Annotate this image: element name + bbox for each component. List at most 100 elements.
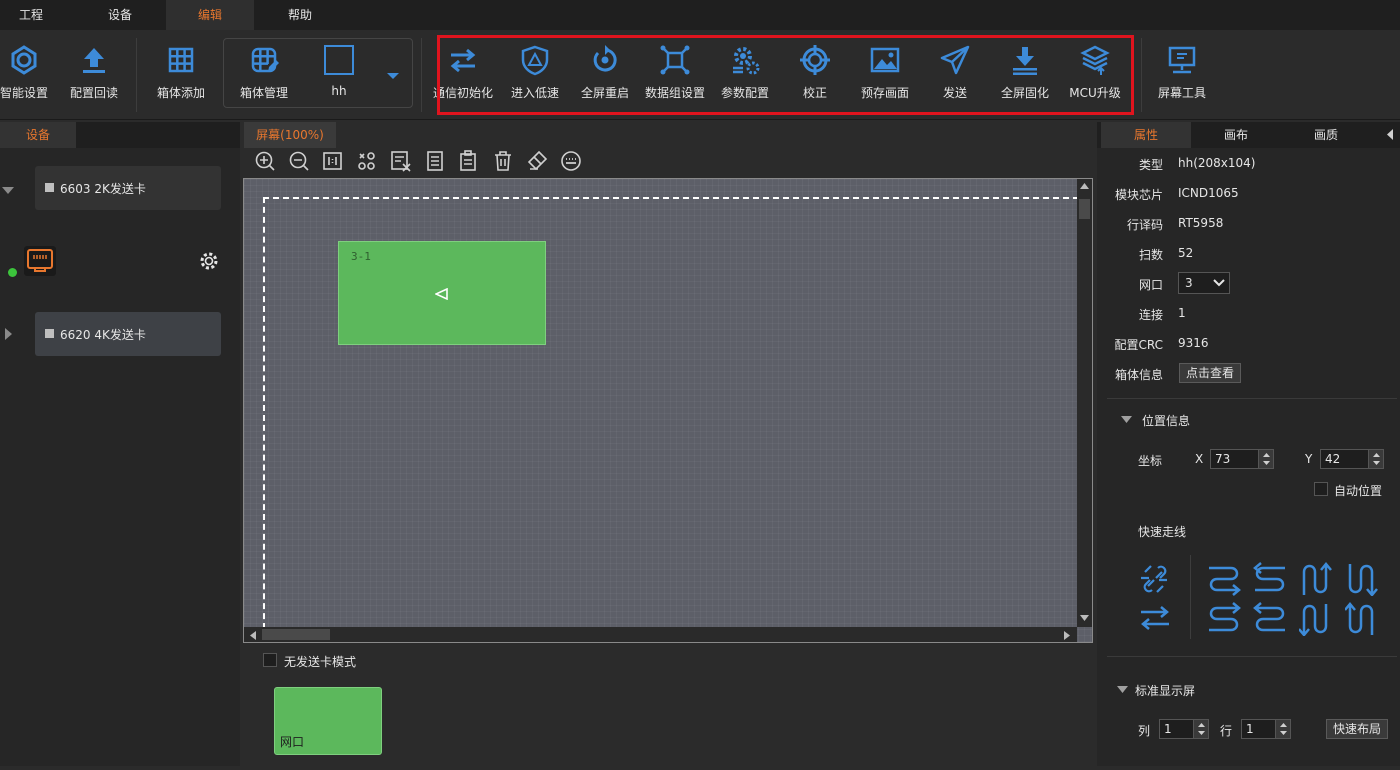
vertical-scrollbar[interactable]: [1077, 179, 1092, 627]
paste-icon[interactable]: [458, 150, 480, 172]
decoder-value: RT5958: [1178, 216, 1224, 230]
device-status-square: [45, 183, 54, 192]
device-card-6620[interactable]: 6620 4K发送卡: [35, 312, 221, 356]
row-value: 1: [1246, 722, 1254, 736]
tab-screen[interactable]: 屏幕(100%): [244, 122, 336, 148]
menu-help[interactable]: 帮助: [262, 0, 338, 30]
crc-label: 配置CRC: [1114, 338, 1164, 352]
box-add-label: 箱体添加: [156, 86, 205, 100]
route-s-right-icon[interactable]: [1207, 562, 1241, 596]
scroll-up-icon[interactable]: [1080, 183, 1089, 190]
route-s-left-icon[interactable]: [1253, 562, 1287, 596]
x-stepper[interactable]: [1258, 450, 1273, 468]
tab-device[interactable]: 设备: [0, 122, 76, 148]
clear-list-icon[interactable]: [390, 150, 412, 172]
scroll-down-icon[interactable]: [1080, 615, 1089, 622]
menu-bar: 工程 设备 编辑 帮助: [0, 0, 1400, 30]
menu-edit[interactable]: 编辑: [166, 0, 254, 30]
horizontal-scrollbar[interactable]: [244, 627, 1077, 642]
smart-setup-button[interactable]: 智能设置: [0, 44, 50, 108]
horizontal-scroll-thumb[interactable]: [262, 629, 330, 640]
row-stepper[interactable]: [1275, 720, 1290, 738]
box-add-button[interactable]: 箱体添加: [152, 44, 210, 108]
auto-position-checkbox[interactable]: [1314, 482, 1328, 496]
scroll-left-icon[interactable]: [250, 631, 257, 640]
tab-canvas[interactable]: 画布: [1191, 122, 1281, 148]
menu-device[interactable]: 设备: [80, 0, 160, 30]
expand-arrow-icon[interactable]: [2, 184, 14, 198]
menu-project[interactable]: 工程: [0, 0, 62, 30]
toolbar-separator: [421, 38, 422, 112]
boxinfo-label: 箱体信息: [1114, 368, 1163, 382]
row-label: 行: [1220, 724, 1233, 738]
col-stepper[interactable]: [1193, 720, 1208, 738]
tab-quality[interactable]: 画质: [1281, 122, 1371, 148]
device-tabbar: 设备: [0, 122, 240, 148]
port-select[interactable]: 3: [1178, 272, 1230, 294]
no-card-mode-checkbox[interactable]: [263, 653, 277, 667]
vertical-scroll-thumb[interactable]: [1079, 199, 1090, 219]
box-manage-button[interactable]: 箱体管理: [236, 44, 292, 108]
position-collapse-icon[interactable]: [1121, 416, 1132, 424]
keyboard-icon[interactable]: [560, 150, 582, 172]
view-box-info-button[interactable]: 点击查看: [1179, 363, 1242, 383]
panel-collapse-icon[interactable]: [1387, 129, 1394, 140]
standard-collapse-icon[interactable]: [1117, 686, 1128, 694]
zoom-out-icon[interactable]: [288, 150, 310, 172]
row-spinbox[interactable]: 1: [1241, 719, 1291, 739]
square-icon: [324, 45, 354, 75]
type-value: hh(208x104): [1178, 156, 1256, 170]
chip-value: ICND1065: [1178, 186, 1239, 200]
current-box-button[interactable]: hh: [312, 44, 366, 108]
device-card-label: 6620 4K发送卡: [60, 328, 146, 342]
x-spinbox[interactable]: 73: [1210, 449, 1274, 469]
divider: [1107, 398, 1397, 399]
scan-label: 扫数: [1138, 248, 1163, 262]
crc-value: 9316: [1178, 336, 1209, 350]
actual-size-icon[interactable]: [322, 150, 344, 172]
document-icon[interactable]: [424, 150, 446, 172]
conn-label: 连接: [1138, 308, 1163, 322]
scroll-right-icon[interactable]: [1064, 631, 1071, 640]
box-dropdown-chevron-icon[interactable]: [386, 70, 400, 80]
y-spinbox[interactable]: 42: [1320, 449, 1384, 469]
screen-canvas[interactable]: 3-1: [243, 178, 1093, 643]
chevron-down-icon: [1213, 279, 1225, 287]
port-label: 网口: [1138, 278, 1163, 292]
route-s-right-reverse-icon[interactable]: [1207, 602, 1241, 636]
swap-direction-icon[interactable]: [1139, 604, 1171, 632]
y-value: 42: [1325, 452, 1341, 466]
tab-properties[interactable]: 属性: [1101, 122, 1191, 148]
toolbar-separator: [1141, 38, 1142, 112]
device-card-6603[interactable]: 6603 2K发送卡: [35, 166, 221, 210]
trash-icon[interactable]: [492, 150, 514, 172]
route-s-left-reverse-icon[interactable]: [1253, 602, 1287, 636]
canvas-toolbar: [254, 150, 594, 174]
module-label: 3-1: [351, 250, 371, 263]
status-dot: [8, 268, 17, 277]
conn-value: 1: [1178, 306, 1186, 320]
col-spinbox[interactable]: 1: [1159, 719, 1209, 739]
smart-setup-label: 智能设置: [0, 86, 48, 100]
box-manage-label: 箱体管理: [239, 86, 288, 100]
route-u-down-icon[interactable]: [1299, 602, 1333, 636]
route-n-up-icon[interactable]: [1299, 562, 1333, 596]
port-block[interactable]: 网口: [274, 687, 382, 755]
eraser-icon[interactable]: [526, 150, 548, 172]
unlink-icon[interactable]: [1139, 564, 1171, 594]
collapse-arrow-icon[interactable]: [5, 328, 13, 343]
gear-icon[interactable]: [198, 250, 220, 272]
screen-tool-button[interactable]: 屏幕工具: [1154, 44, 1210, 108]
distribute-icon[interactable]: [356, 150, 378, 172]
ethernet-port-icon[interactable]: [24, 246, 56, 276]
position-header: 位置信息: [1142, 414, 1191, 428]
zoom-in-icon[interactable]: [254, 150, 276, 172]
quick-layout-button[interactable]: 快速布局: [1326, 719, 1389, 739]
config-readback-button[interactable]: 配置回读: [66, 44, 122, 108]
led-module[interactable]: 3-1: [338, 241, 546, 345]
coord-label: 坐标: [1138, 454, 1163, 468]
route-u-up-icon[interactable]: [1345, 602, 1379, 636]
y-stepper[interactable]: [1368, 450, 1383, 468]
y-label: Y: [1305, 452, 1313, 466]
route-n-down-icon[interactable]: [1345, 562, 1379, 596]
